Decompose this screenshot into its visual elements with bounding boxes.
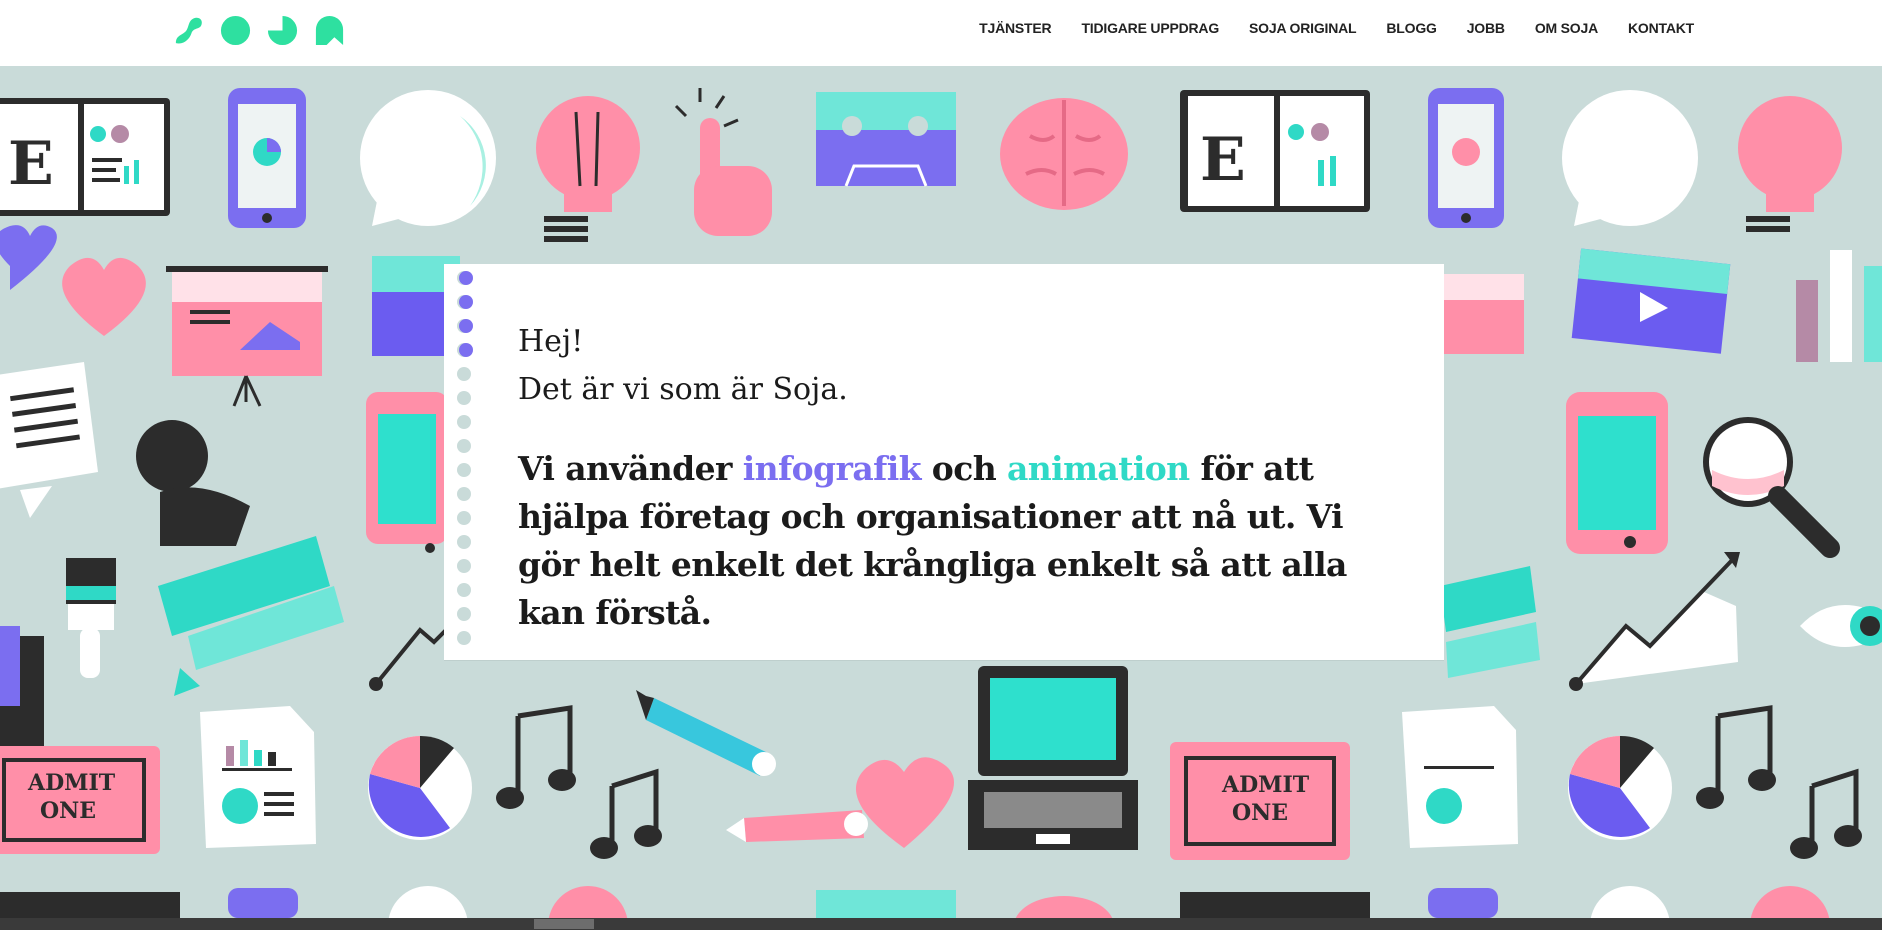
nav-soja-original[interactable]: SOJA ORIGINAL (1249, 20, 1357, 36)
report-document-icon-2 (1402, 706, 1518, 848)
bar-chart-icon (1796, 250, 1882, 362)
open-book-icon-2: E (1180, 90, 1370, 212)
ribbon-banner-icon-2 (1440, 566, 1540, 678)
nav-om-soja[interactable]: OM SOJA (1535, 20, 1598, 36)
svg-text:ADMIT: ADMIT (1221, 772, 1310, 798)
lead-text-2: och (920, 449, 1007, 488)
admit-one-ticket-icon: ADMIT ONE (0, 746, 160, 854)
book-letter: E (8, 129, 54, 199)
video-thumb-icon-2 (1571, 248, 1731, 354)
brain-icon (1000, 98, 1128, 210)
lightbulb-icon (536, 96, 640, 242)
trend-chart-icon-2 (1569, 552, 1740, 691)
paintbrush-icon (66, 558, 116, 678)
nav-jobb[interactable]: JOBB (1467, 20, 1505, 36)
heart-sprinkles-icon (62, 257, 146, 336)
presentation-board-icon-2 (1444, 274, 1524, 354)
pie-chart-icon (368, 735, 472, 840)
nav-tidigare-uppdrag[interactable]: TIDIGARE UPPDRAG (1081, 20, 1219, 36)
svg-text:E: E (1200, 125, 1246, 195)
site-header: TJÄNSTER TIDIGARE UPPDRAG SOJA ORIGINAL … (0, 0, 1882, 66)
logo-s-icon (175, 17, 202, 43)
horizontal-scrollbar[interactable] (0, 918, 1882, 930)
nav-tjanster[interactable]: TJÄNSTER (979, 20, 1051, 36)
svg-text:ONE: ONE (1232, 800, 1288, 826)
heart-gradient-icon (855, 757, 954, 848)
magnifier-icon (1703, 417, 1840, 558)
soja-logo[interactable] (172, 12, 346, 48)
scrollbar-thumb[interactable] (534, 919, 594, 929)
logo-o-icon (220, 15, 251, 45)
admit-one-ticket-icon-2: ADMIT ONE (1170, 742, 1350, 860)
pie-chart-icon-2 (1568, 735, 1672, 840)
smartphone-icon (228, 88, 306, 228)
presentation-board-icon (166, 266, 328, 407)
music-notes-icon-2 (1696, 705, 1862, 859)
pointing-hand-icon (674, 88, 772, 236)
lead-paragraph: Vi använder infografik och animation för… (518, 445, 1398, 637)
nav-blogg[interactable]: BLOGG (1386, 20, 1437, 36)
greeting-line-1: Hej! (518, 324, 584, 359)
document-lines-icon (0, 362, 98, 518)
phone-pink-icon (366, 392, 448, 553)
laptop-icon (968, 666, 1138, 850)
phone-pink-icon-2 (1566, 392, 1668, 554)
open-book-icon: E (0, 98, 170, 216)
eye-icon (1800, 605, 1882, 647)
logo-j-icon (267, 15, 298, 45)
lightbulb-icon-2 (1738, 96, 1842, 232)
cassette-icon (816, 92, 956, 187)
pencil-icon-2 (726, 810, 868, 842)
main-nav: TJÄNSTER TIDIGARE UPPDRAG SOJA ORIGINAL … (979, 20, 1694, 36)
lead-text-1: Vi använder (518, 449, 743, 488)
lead-highlight-infografik: infografik (742, 449, 922, 488)
greeting-line-2: Det är vi som är Soja. (518, 372, 848, 407)
heart-icon (0, 225, 57, 290)
smartphone-icon-2 (1428, 88, 1504, 228)
report-document-icon (200, 706, 316, 848)
notebook-spiral-icon (457, 271, 473, 645)
lead-highlight-animation: animation (1006, 449, 1190, 488)
ribbon-banner-icon (158, 536, 344, 696)
speech-bubble-icon-2 (1562, 90, 1698, 226)
music-notes-icon (496, 705, 662, 859)
greeting: Hej! Det är vi som är Soja. (518, 318, 848, 414)
pencil-icon (636, 690, 776, 776)
ticket-one-text: ONE (40, 798, 96, 824)
speech-bubble-icon (360, 90, 496, 226)
ticket-admit-text: ADMIT (27, 770, 116, 796)
person-silhouette-icon (136, 420, 250, 546)
nav-kontakt[interactable]: KONTAKT (1628, 20, 1694, 36)
logo-a-icon (315, 15, 344, 45)
